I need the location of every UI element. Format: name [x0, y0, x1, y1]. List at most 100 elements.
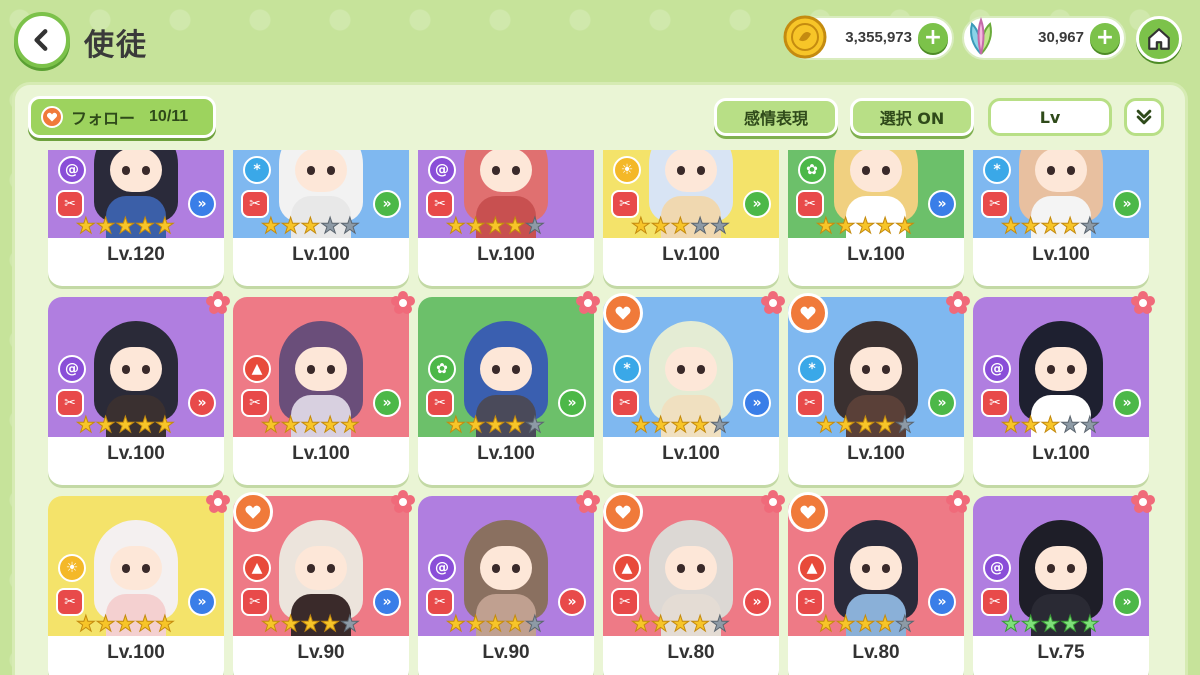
apostle-level: Lv.100: [107, 443, 165, 464]
star-icon: ★: [339, 413, 360, 438]
leaf-currency: 30,967 +: [962, 16, 1126, 60]
star-icon: ★: [1079, 413, 1100, 438]
star-icon: ★: [280, 214, 301, 239]
apostle-card[interactable]: ✿ ✂» ★ ★ ★ ★ ★ Lv.100: [788, 150, 964, 286]
star-icon: ★: [855, 612, 876, 637]
flower-badge-icon: [391, 291, 415, 315]
role-arrow-icon: »: [188, 389, 216, 417]
star-icon: ★: [875, 214, 896, 239]
star-icon: ★: [446, 413, 467, 438]
star-rating: ★ ★ ★ ★ ★: [261, 214, 361, 239]
flower-badge-icon: [576, 291, 600, 315]
apostle-card[interactable]: * ✂» ★ ★ ★ ★ ★ Lv.100: [973, 150, 1149, 286]
back-button[interactable]: [14, 12, 70, 68]
star-icon: ★: [76, 612, 97, 637]
apostle-card[interactable]: @ ✂» ★ ★ ★ ★ ★ Lv.100: [48, 291, 230, 485]
star-rating: ★ ★ ★ ★ ★: [1001, 214, 1101, 239]
star-icon: ★: [690, 214, 711, 239]
apostle-card[interactable]: * ✂» ★ ★ ★ ★ ★ Lv.100: [788, 291, 970, 485]
apostle-card[interactable]: @ ✂» ★ ★ ★ ★ ★ Lv.75: [973, 490, 1155, 675]
apostle-card[interactable]: ☀ ✂» ★ ★ ★ ★ ★ Lv.100: [48, 490, 230, 675]
apostle-level: Lv.100: [107, 642, 165, 663]
crystal-leaf-icon: [970, 17, 992, 55]
follow-filter-button[interactable]: フォロー 10/11: [28, 96, 216, 138]
role-arrow-icon: »: [373, 389, 401, 417]
flower-badge-icon: [1131, 291, 1155, 315]
expand-sort-button[interactable]: [1124, 98, 1164, 136]
apostle-level: Lv.100: [1032, 244, 1090, 265]
fire-element-icon: ▲: [798, 554, 826, 582]
apostle-card[interactable]: ▲ ✂» ★ ★ ★ ★ ★ Lv.80: [788, 490, 970, 675]
apostle-card[interactable]: ▲ ✂» ★ ★ ★ ★ ★ Lv.80: [603, 490, 785, 675]
apostle-card[interactable]: @ ✂» ★ ★ ★ ★ ★ Lv.100: [973, 291, 1155, 485]
home-icon: [1148, 28, 1170, 50]
flower-badge-icon: [946, 291, 970, 315]
add-leaf-button[interactable]: +: [1090, 23, 1120, 53]
star-icon: ★: [1040, 612, 1061, 637]
apostle-level: Lv.100: [477, 443, 535, 464]
chevron-left-icon: [34, 29, 48, 51]
star-rating: ★ ★ ★ ★ ★: [816, 413, 916, 438]
star-icon: ★: [505, 413, 526, 438]
ice-element-icon: *: [613, 355, 641, 383]
apostle-level: Lv.80: [852, 642, 900, 663]
star-icon: ★: [835, 214, 856, 239]
star-icon: ★: [300, 214, 321, 239]
star-icon: ★: [261, 214, 282, 239]
apostle-card[interactable]: ▲ ✂» ★ ★ ★ ★ ★ Lv.100: [233, 291, 415, 485]
apostle-card[interactable]: ☀ ✂» ★ ★ ★ ★ ★ Lv.100: [603, 150, 779, 286]
leaf-element-icon: ✿: [798, 156, 826, 184]
apostle-level: Lv.100: [662, 244, 720, 265]
fire-element-icon: ▲: [613, 554, 641, 582]
star-icon: ★: [135, 413, 156, 438]
apostle-card[interactable]: * ✂» ★ ★ ★ ★ ★ Lv.100: [233, 150, 409, 286]
flower-badge-icon: [206, 490, 230, 514]
apostle-level: Lv.80: [667, 642, 715, 663]
gold-amount: 3,355,973: [845, 29, 912, 46]
select-toggle-button[interactable]: 選択 ON: [850, 98, 974, 136]
star-icon: ★: [115, 214, 136, 239]
apostle-card[interactable]: * ✂» ★ ★ ★ ★ ★ Lv.100: [603, 291, 785, 485]
star-icon: ★: [76, 214, 97, 239]
star-icon: ★: [261, 413, 282, 438]
star-icon: ★: [1040, 413, 1061, 438]
star-rating: ★ ★ ★ ★ ★: [1001, 413, 1101, 438]
star-icon: ★: [1079, 612, 1100, 637]
apostle-card[interactable]: ✿ ✂» ★ ★ ★ ★ ★ Lv.100: [418, 291, 600, 485]
apostle-card[interactable]: @ ✂ ★ ★ ★ ★ ★ Lv.100: [418, 150, 594, 286]
star-icon: ★: [650, 612, 671, 637]
gold-currency: 3,355,973 +: [783, 15, 954, 60]
home-button[interactable]: [1136, 16, 1182, 62]
star-rating: ★ ★ ★ ★ ★: [816, 214, 916, 239]
apostle-grid: @ ✂» ★ ★ ★ ★ ★ Lv.120 * ✂» ★ ★ ★ ★ ★ Lv.100 @ ✂ ★ ★ ★ ★ ★ Lv.10…: [26, 150, 1176, 675]
flower-badge-icon: [576, 490, 600, 514]
star-icon: ★: [835, 612, 856, 637]
emotion-button[interactable]: 感情表現: [714, 98, 838, 136]
star-icon: ★: [1001, 214, 1022, 239]
leaf-amount: 30,967: [1038, 29, 1084, 46]
star-icon: ★: [485, 413, 506, 438]
star-icon: ★: [650, 214, 671, 239]
apostle-card[interactable]: @ ✂» ★ ★ ★ ★ ★ Lv.120: [48, 150, 224, 286]
role-arrow-icon: »: [928, 588, 956, 616]
star-icon: ★: [1020, 413, 1041, 438]
star-rating: ★ ★ ★ ★ ★: [631, 612, 731, 637]
star-icon: ★: [631, 612, 652, 637]
fire-element-icon: ▲: [243, 554, 271, 582]
star-rating: ★ ★ ★ ★ ★: [76, 214, 176, 239]
star-icon: ★: [835, 413, 856, 438]
apostle-level: Lv.100: [847, 443, 905, 464]
apostle-level: Lv.120: [107, 244, 165, 265]
favorite-heart-icon: [788, 293, 828, 333]
add-gold-button[interactable]: +: [918, 23, 948, 53]
apostle-card[interactable]: @ ✂» ★ ★ ★ ★ ★ Lv.90: [418, 490, 600, 675]
star-icon: ★: [1060, 612, 1081, 637]
apostle-card[interactable]: ▲ ✂» ★ ★ ★ ★ ★ Lv.90: [233, 490, 415, 675]
star-icon: ★: [690, 413, 711, 438]
favorite-heart-icon: [233, 492, 273, 532]
apostle-level: Lv.100: [1032, 443, 1090, 464]
sort-dropdown[interactable]: Lv: [988, 98, 1112, 136]
vortex-element-icon: @: [58, 156, 86, 184]
apostle-level: Lv.100: [292, 443, 350, 464]
role-arrow-icon: »: [928, 190, 956, 218]
